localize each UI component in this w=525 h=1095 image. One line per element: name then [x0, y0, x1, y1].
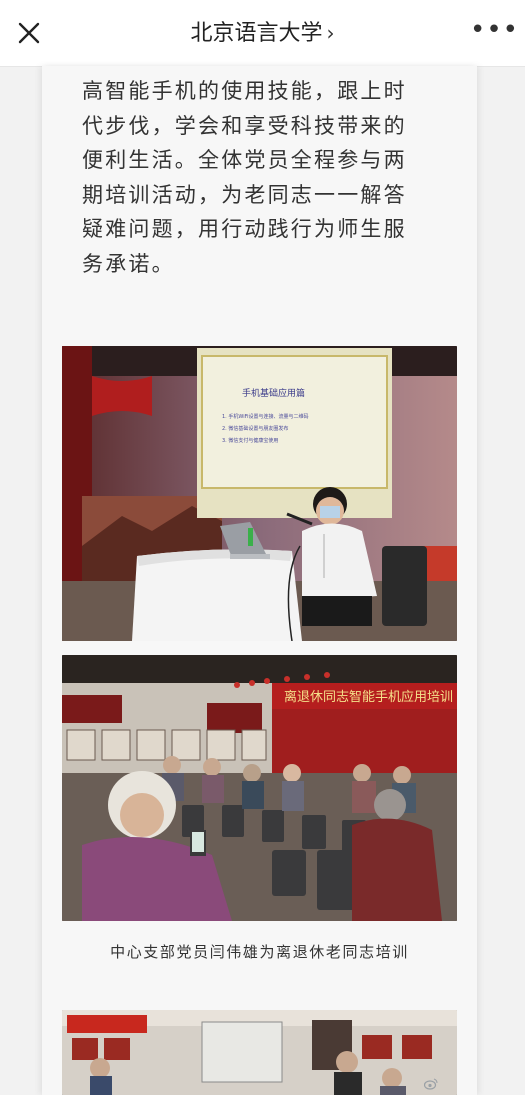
- slide-line: 2. 微信基础设置与朋友圈发布: [222, 425, 288, 432]
- slide-line: 3. 微信支付与健康宝使用: [222, 437, 278, 444]
- chevron-right-icon: ›: [326, 21, 335, 45]
- close-icon: [18, 22, 40, 44]
- paragraph-line: 便利生活。全体党员全程参与两: [82, 148, 407, 172]
- training-photo-lecture[interactable]: 手机基础应用篇 1. 手机WiFi设置与连接、流量与二维码 2. 微信基础设置与…: [62, 346, 457, 641]
- more-icon: •••: [470, 15, 520, 45]
- slide-line: 1. 手机WiFi设置与连接、流量与二维码: [222, 413, 309, 420]
- training-photo-3[interactable]: [62, 1010, 457, 1095]
- weibo-logo-icon: [423, 1078, 438, 1090]
- account-title-link[interactable]: 北京语言大学 ›: [120, 17, 405, 49]
- photo-caption: 中心支部党员闫伟雄为离退休老同志培训: [110, 943, 409, 961]
- audience-scene: 离退休同志智能手机应用培训: [62, 655, 457, 921]
- slide-title: 手机基础应用篇: [242, 387, 305, 399]
- banner-text: 离退休同志智能手机应用培训: [284, 689, 453, 705]
- paragraph-line: 务承诺。: [82, 251, 175, 276]
- classroom-scene: [62, 1010, 457, 1095]
- paragraph-line: 期培训活动，为老同志一一解答: [82, 182, 407, 207]
- banner: 离退休同志智能手机应用培训: [272, 683, 457, 709]
- weibo-watermark: [423, 1078, 524, 1094]
- more-options-button[interactable]: •••: [470, 17, 518, 46]
- lecture-scene: 手机基础应用篇 1. 手机WiFi设置与连接、流量与二维码 2. 微信基础设置与…: [62, 346, 457, 641]
- paragraph-line: 高智能手机的使用技能，跟上时: [82, 79, 407, 103]
- paragraph-line: 疑难问题，用行动践行为师生服: [82, 217, 407, 241]
- close-button[interactable]: [14, 18, 44, 48]
- article-content[interactable]: 高智能手机的使用技能，跟上时 代步伐，学会和享受科技带来的 便利生活。全体党员全…: [42, 66, 477, 1095]
- paragraph-line: 代步伐，学会和享受科技带来的: [82, 113, 407, 138]
- training-photo-audience[interactable]: 离退休同志智能手机应用培训: [62, 655, 457, 921]
- article-paragraph: 高智能手机的使用技能，跟上时 代步伐，学会和享受科技带来的 便利生活。全体党员全…: [82, 74, 452, 281]
- top-navigation-bar: 北京语言大学 › •••: [0, 0, 525, 67]
- account-title: 北京语言大学: [190, 21, 323, 46]
